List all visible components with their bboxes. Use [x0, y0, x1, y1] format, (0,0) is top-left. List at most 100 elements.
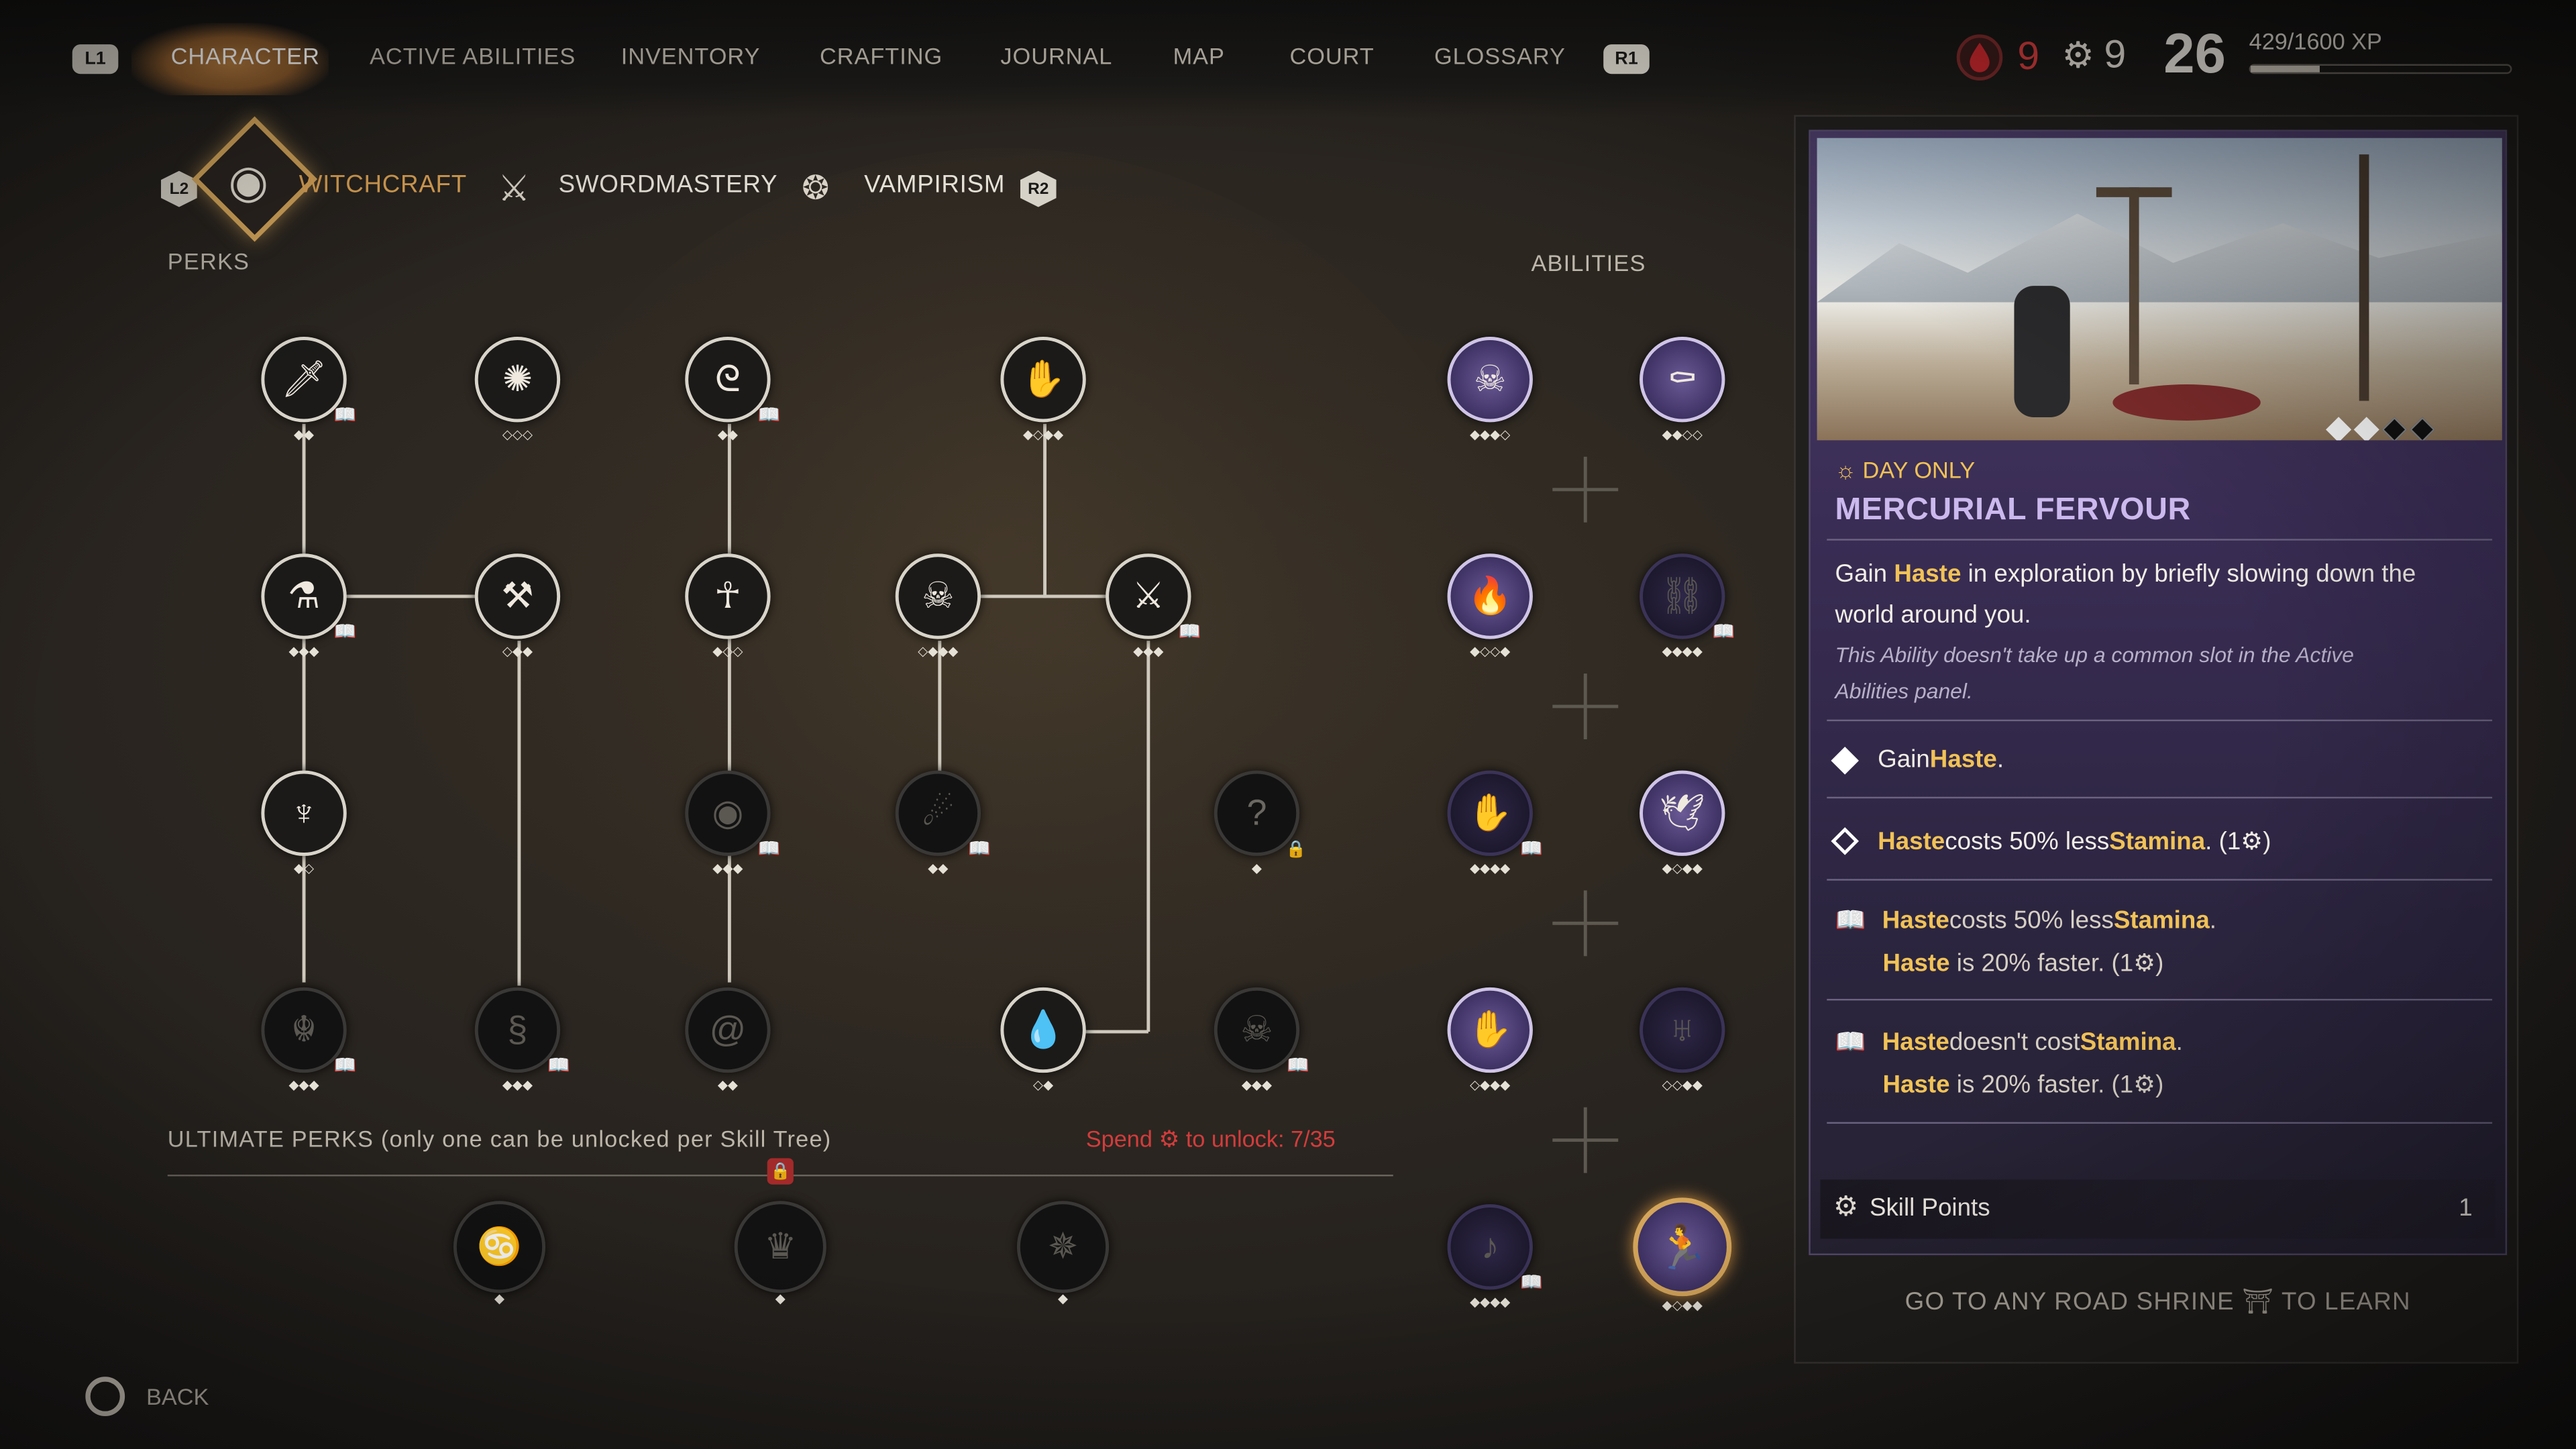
l2-button[interactable]: L2	[161, 170, 197, 207]
tree-connector	[938, 641, 942, 773]
ability-node[interactable]: ✋ 📖 ◆◆◆◆	[1447, 770, 1543, 875]
tab-court[interactable]: COURT	[1289, 43, 1374, 69]
perk-node[interactable]: § 📖 ◆◆◆	[474, 987, 570, 1091]
preview-tier-diamonds	[2326, 417, 2436, 441]
perk-node[interactable]: ♆ ◆◇	[261, 770, 347, 875]
perk-node[interactable]: 🗡 📖 ◆◆	[261, 337, 356, 441]
ability-node[interactable]: ⚰ ◆◆◇◇	[1640, 337, 1725, 441]
ability-description-line2: world around you.	[1835, 601, 2031, 629]
perk-node[interactable]: ᘓ 📖 ◆◆	[685, 337, 780, 441]
sword-icon: ⚔	[498, 167, 531, 209]
tab-journal[interactable]: JOURNAL	[1000, 43, 1112, 69]
blood-value: 9	[2017, 34, 2040, 79]
tree-connector	[302, 423, 306, 983]
day-only-tag: ☼ DAY ONLY	[1835, 457, 1976, 483]
swirl-icon: ᘓ	[714, 358, 741, 400]
ultimate-padlock-icon: 🔒	[767, 1158, 794, 1185]
preview-mountains	[1817, 213, 2502, 303]
l1-button[interactable]: L1	[72, 44, 119, 74]
top-navigation-bar: L1 CHARACTER ACTIVE ABILITIES INVENTORY …	[0, 0, 2576, 119]
abilities-label: ABILITIES	[1531, 250, 1646, 276]
perk-node[interactable]: 💧 ◇◆	[1000, 987, 1086, 1091]
road-shrine-icon: ⛩	[2242, 1288, 2275, 1316]
tier-3-upgrade: 📖 Haste costs 50% less Stamina.	[1835, 906, 2216, 935]
perk-node[interactable]: ⚗ 📖 ◆◆◆	[261, 553, 356, 658]
perk-node[interactable]: ⚔ 📖 ◆◆◆	[1106, 553, 1201, 658]
unlock-requirement: Spend ⚙ to unlock: 7/35	[1086, 1126, 1336, 1154]
ability-note-line2: Abilities panel.	[1835, 678, 1973, 704]
serpent-icon: §	[507, 1008, 528, 1050]
subtab-swordmastery[interactable]: SWORDMASTERY	[559, 171, 778, 199]
skill-tree-screen: L1 CHARACTER ACTIVE ABILITIES INVENTORY …	[0, 0, 2576, 1449]
ultimate-perk-node[interactable]: ♛ ◆	[734, 1201, 826, 1305]
skull-hand-icon: ☠	[1474, 358, 1507, 400]
ultimate-perk-node[interactable]: ✵ ◆	[1016, 1201, 1110, 1305]
chains-icon: ⛓	[1659, 575, 1705, 616]
ultimate-perk-node[interactable]: ♋ ◆	[453, 1201, 546, 1305]
perk-node[interactable]: ⚒ ◇◆◆	[474, 553, 561, 658]
tab-character[interactable]: CHARACTER	[171, 43, 320, 69]
perk-node[interactable]: @ ◆◆	[685, 987, 771, 1091]
book-icon: 📖	[333, 1056, 357, 1077]
ability-note: This Ability doesn't take up a common sl…	[1835, 642, 2355, 667]
ability-description: Gain Haste in exploration by briefly slo…	[1835, 560, 2416, 588]
witchcraft-eye-icon: ◉	[228, 156, 269, 207]
ability-node[interactable]: ♅ ◇◇◆◆	[1640, 987, 1725, 1091]
preview-blood	[2112, 384, 2261, 421]
tab-inventory[interactable]: INVENTORY	[621, 43, 761, 69]
ability-node[interactable]: 🔥 ◆◇◇◆	[1447, 553, 1533, 658]
subtab-witchcraft[interactable]: WITCHCRAFT	[299, 171, 467, 199]
tab-active-abilities[interactable]: ACTIVE ABILITIES	[370, 43, 576, 69]
ultimate-perks-label: ULTIMATE PERKS (only one can be unlocked…	[167, 1125, 832, 1152]
ability-node[interactable]: ☠ ◆◆◆◇	[1447, 337, 1533, 441]
ability-card: ☼ DAY ONLY MERCURIAL FERVOUR Gain Haste …	[1809, 129, 2508, 1256]
ability-node[interactable]: ⛓ 📖 ◆◆◆◆	[1640, 553, 1735, 658]
perk-node-hidden[interactable]: ? 🔒 ◆	[1214, 770, 1306, 875]
ability-node-mercurial-fervour[interactable]: 🏃 ◆◇◆◆	[1633, 1197, 1732, 1312]
tab-map[interactable]: MAP	[1173, 43, 1225, 69]
preview-character	[2014, 286, 2070, 418]
tab-crafting[interactable]: CRAFTING	[820, 43, 943, 69]
ability-divider	[1552, 674, 1619, 740]
perk-node[interactable]: ☬ 📖 ◆◆◆	[261, 987, 356, 1091]
circle-button-icon	[85, 1377, 125, 1417]
book-icon: 📖	[1712, 623, 1735, 643]
sun-icon: ☼	[1835, 456, 1856, 483]
skill-points-row: ⚙ Skill Points 1	[1820, 1179, 2496, 1239]
blood-drop-icon	[1956, 34, 2003, 81]
tombstone-icon: ⚰	[1667, 358, 1698, 400]
raven-icon: ♪	[1481, 1225, 1499, 1267]
crossed-tools-icon: ⚒	[501, 575, 534, 616]
book-icon: 📖	[757, 405, 781, 426]
ability-node[interactable]: ✋ ◇◆◆◆	[1447, 987, 1533, 1091]
preview-gallows	[2129, 187, 2139, 385]
eye-hand-icon: ✋	[1467, 1008, 1513, 1050]
skill-point-value: 9	[2104, 32, 2127, 78]
perk-node[interactable]: ✺ ◇◇◇	[474, 337, 561, 441]
back-button[interactable]: BACK	[85, 1377, 209, 1417]
bird-icon: 🕊	[1659, 792, 1705, 833]
xp-text: 429/1600 XP	[2249, 28, 2382, 54]
perk-node[interactable]: ☠ ◇◆◆◆	[895, 553, 981, 658]
tree-connector	[517, 641, 521, 986]
xp-bar	[2249, 64, 2512, 74]
perk-node[interactable]: ✋ ◆◇◆◆	[1000, 337, 1086, 441]
subtab-vampirism[interactable]: VAMPIRISM	[864, 171, 1005, 199]
ability-title: MERCURIAL FERVOUR	[1835, 492, 2191, 528]
claw-icon: ☄	[922, 792, 955, 833]
perk-node[interactable]: ☥ ◆◇◇	[685, 553, 771, 658]
tab-glossary[interactable]: GLOSSARY	[1434, 43, 1566, 69]
ability-node[interactable]: ♪ 📖 ◆◆◆◆	[1447, 1204, 1543, 1309]
skill-point-gear-icon: ⚙	[1833, 1191, 1859, 1223]
horned-shield-icon: ♅	[1668, 1008, 1696, 1050]
skill-point-icon: ⚙	[2133, 949, 2156, 978]
perk-node[interactable]: ◉ 📖 ◆◆◆	[685, 770, 780, 875]
book-icon: 📖	[333, 405, 357, 426]
r1-button[interactable]: R1	[1603, 44, 1650, 74]
ability-details-panel: ☼ DAY ONLY MERCURIAL FERVOUR Gain Haste …	[1794, 115, 2519, 1364]
ability-divider	[1552, 1107, 1619, 1173]
book-icon: 📖	[547, 1056, 570, 1077]
perk-node[interactable]: ☄ 📖 ◆◆	[895, 770, 991, 875]
perk-node[interactable]: ☠ 📖 ◆◆◆	[1214, 987, 1309, 1091]
ability-node[interactable]: 🕊 ◆◇◆◆	[1640, 770, 1725, 875]
